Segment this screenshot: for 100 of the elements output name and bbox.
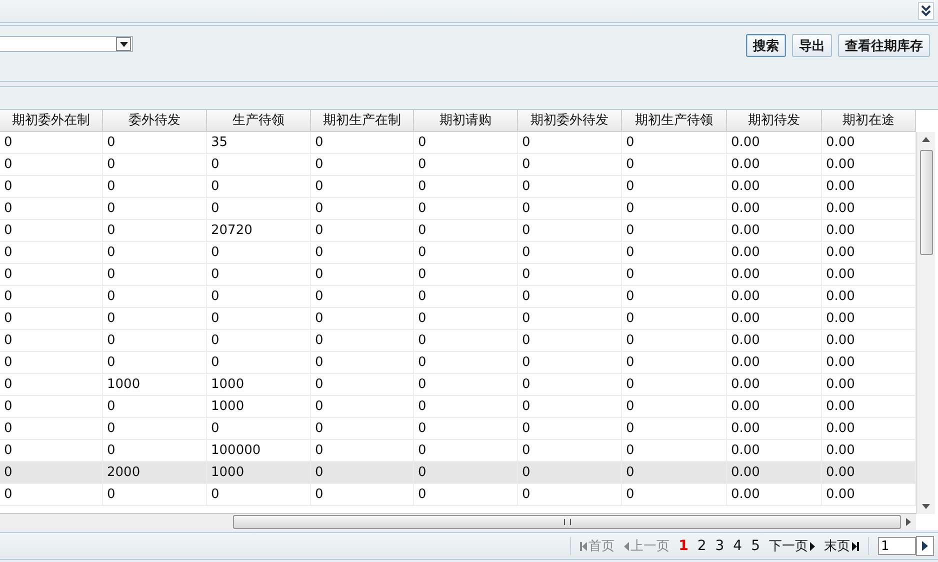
- table-cell: 0: [418, 333, 426, 348]
- scroll-down-icon[interactable]: [922, 504, 930, 509]
- table-cell: 0.00: [731, 179, 760, 194]
- column-header[interactable]: 期初待发: [727, 110, 822, 131]
- table-cell: 0: [107, 311, 116, 326]
- table-cell: 0: [107, 355, 116, 370]
- table-cell: 0: [418, 157, 426, 172]
- scrollbar-thumb[interactable]: [233, 515, 901, 530]
- table-cell: 0: [107, 267, 116, 282]
- table-cell: 0: [315, 157, 324, 172]
- table-cell: 0.00: [731, 443, 760, 458]
- table-cell: 0.00: [731, 223, 760, 238]
- column-header[interactable]: 期初请购: [414, 110, 518, 131]
- table-cell: 0.00: [826, 377, 855, 392]
- table-cell: 0.00: [826, 289, 855, 304]
- go-button[interactable]: [916, 536, 934, 556]
- vertical-scrollbar[interactable]: [916, 132, 935, 514]
- table-cell: 0: [107, 201, 116, 216]
- table-cell: 0.00: [731, 245, 760, 260]
- collapse-button[interactable]: [918, 2, 934, 20]
- page-number-link[interactable]: 2: [697, 538, 706, 554]
- table-cell: 0: [107, 135, 116, 150]
- table-cell: 0.00: [731, 333, 760, 348]
- table-cell: 0: [522, 267, 530, 282]
- column-header[interactable]: 委外待发: [103, 110, 207, 131]
- toolbar-button[interactable]: 搜索: [746, 34, 786, 57]
- scroll-right-icon[interactable]: [906, 518, 911, 526]
- table-cell: 0: [522, 421, 530, 436]
- column-header[interactable]: 期初委外待发: [518, 110, 622, 131]
- table-cell: 0.00: [826, 399, 855, 414]
- table-row[interactable]: 0 0 0 0 0 0 0 0.00 0.00: [0, 352, 916, 374]
- table-cell: 0: [626, 223, 634, 238]
- table-cell: 0.00: [731, 355, 760, 370]
- table-cell: 0: [626, 179, 634, 194]
- scroll-up-icon[interactable]: [922, 137, 930, 142]
- table-cell: 0: [626, 333, 634, 348]
- table-cell: 0: [107, 179, 116, 194]
- toolbar-button[interactable]: 导出: [792, 34, 832, 57]
- page-input-field[interactable]: 1: [878, 537, 916, 555]
- table-row[interactable]: 0 0 0 0 0 0 0 0.00 0.00: [0, 198, 916, 220]
- table-row[interactable]: 0 0 0 0 0 0 0 0.00 0.00: [0, 154, 916, 176]
- table-cell: 0: [418, 487, 426, 502]
- table-row[interactable]: 0 0 20720 0 0 0 0 0.00 0.00: [0, 220, 916, 242]
- page-number-link[interactable]: 5: [751, 538, 760, 554]
- last-page-link[interactable]: 末页: [824, 537, 859, 555]
- page-number-link[interactable]: 4: [733, 538, 742, 554]
- table-row[interactable]: 0 0 0 0 0 0 0 0.00 0.00: [0, 264, 916, 286]
- toolbar-button[interactable]: 查看往期库存: [838, 34, 930, 57]
- table-cell: 0: [107, 487, 116, 502]
- scrollbar-thumb[interactable]: [920, 150, 932, 255]
- dropdown-field[interactable]: [0, 36, 133, 52]
- column-header[interactable]: 期初生产在制: [311, 110, 414, 131]
- table-cell: 0: [418, 443, 426, 458]
- table-row[interactable]: 0 0 35 0 0 0 0 0.00 0.00: [0, 132, 916, 154]
- table-cell: 0: [626, 465, 634, 480]
- dropdown-arrow-icon: [120, 42, 128, 46]
- table-row[interactable]: 0 0 0 0 0 0 0 0.00 0.00: [0, 484, 916, 506]
- table-cell: 0: [211, 421, 220, 436]
- table-cell: 0: [211, 157, 220, 172]
- table-row[interactable]: 0 0 0 0 0 0 0 0.00 0.00: [0, 308, 916, 330]
- table-cell: 0: [626, 311, 634, 326]
- table-row[interactable]: 0 0 0 0 0 0 0 0.00 0.00: [0, 176, 916, 198]
- table-cell: 0.00: [826, 157, 855, 172]
- table-cell: 0.00: [826, 465, 855, 480]
- column-header[interactable]: 期初委外在制: [0, 110, 103, 131]
- table-row[interactable]: 0 2000 1000 0 0 0 0 0.00 0.00: [0, 462, 916, 484]
- table-cell: 0: [211, 245, 220, 260]
- table-row[interactable]: 0 0 0 0 0 0 0 0.00 0.00: [0, 242, 916, 264]
- table-cell: 0: [522, 201, 530, 216]
- column-header[interactable]: 生产待领: [207, 110, 311, 131]
- table-cell: 0.00: [826, 443, 855, 458]
- table-cell: 0: [418, 465, 426, 480]
- table-cell: 0: [626, 201, 634, 216]
- table-cell: 0: [418, 267, 426, 282]
- next-page-link[interactable]: 下一页: [769, 537, 815, 555]
- table-row[interactable]: 0 0 1000 0 0 0 0 0.00 0.00: [0, 396, 916, 418]
- table-cell: 0: [315, 135, 324, 150]
- page-number-link[interactable]: 1: [678, 538, 688, 554]
- column-header[interactable]: 期初生产待领: [622, 110, 727, 131]
- table-row[interactable]: 0 0 0 0 0 0 0 0.00 0.00: [0, 286, 916, 308]
- table-row[interactable]: 0 0 0 0 0 0 0 0.00 0.00: [0, 330, 916, 352]
- table-cell: 0.00: [731, 135, 760, 150]
- table-cell: 0: [626, 399, 634, 414]
- table-cell: 0: [315, 443, 324, 458]
- last-page-icon: [852, 542, 859, 550]
- table-cell: 0: [418, 421, 426, 436]
- table-cell: 0: [107, 333, 116, 348]
- table-row[interactable]: 0 1000 1000 0 0 0 0 0.00 0.00: [0, 374, 916, 396]
- table-cell: 0: [418, 399, 426, 414]
- table-cell: 0: [211, 201, 220, 216]
- table-cell: 0: [522, 377, 530, 392]
- table-cell: 1000: [107, 377, 140, 392]
- page-number-link[interactable]: 3: [715, 538, 724, 554]
- table-cell: 0: [4, 487, 12, 502]
- table-cell: 0.00: [731, 377, 760, 392]
- table-row[interactable]: 0 0 0 0 0 0 0 0.00 0.00: [0, 418, 916, 440]
- column-header[interactable]: 期初在途: [822, 110, 916, 131]
- horizontal-scrollbar[interactable]: [0, 513, 916, 530]
- table-cell: 0: [4, 289, 12, 304]
- table-cell: 0: [626, 377, 634, 392]
